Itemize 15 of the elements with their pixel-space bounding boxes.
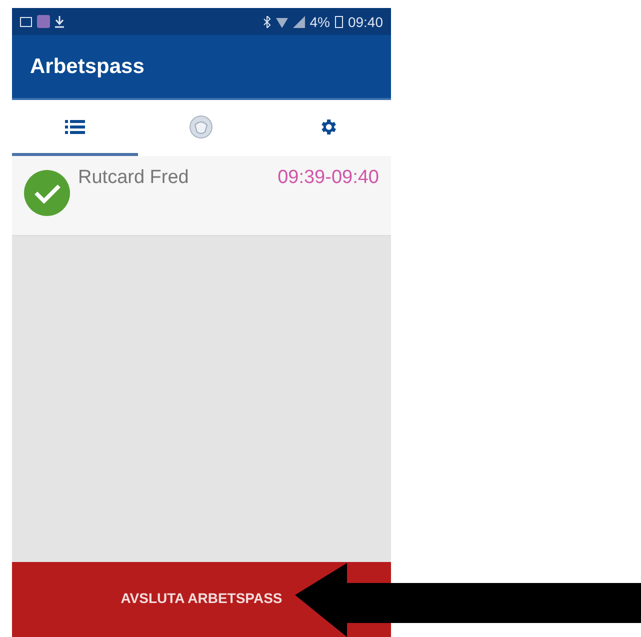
bluetooth-icon	[262, 16, 271, 28]
shift-row[interactable]: Rutcard Fred 09:39-09:40	[12, 156, 391, 236]
battery-icon	[334, 15, 343, 28]
list-icon	[65, 118, 86, 134]
shield-icon	[189, 114, 214, 138]
image-icon	[20, 16, 32, 26]
wifi-icon	[276, 16, 288, 28]
clock: 09:40	[348, 14, 383, 30]
employee-name: Rutcard Fred	[78, 166, 190, 189]
app-icon	[37, 15, 50, 28]
battery-percent: 4%	[310, 14, 330, 30]
signal-icon	[292, 16, 305, 28]
download-icon	[55, 16, 64, 28]
shift-time: 09:39-09:40	[278, 166, 379, 189]
app-title: Arbetspass	[30, 54, 144, 78]
